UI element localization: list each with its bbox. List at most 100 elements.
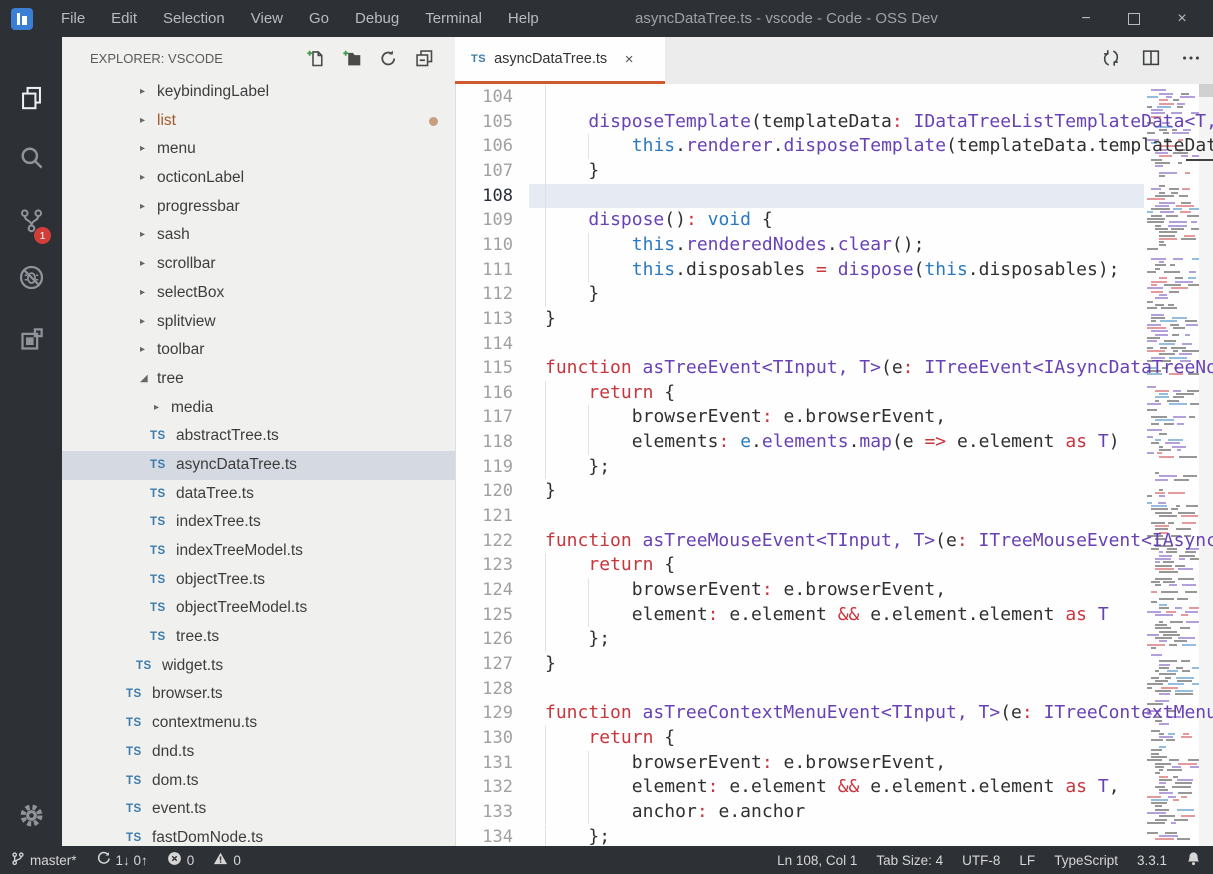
status-ts-version[interactable]: 3.3.1 [1137, 853, 1167, 868]
code-line-119[interactable]: }; [529, 455, 1144, 480]
editor-scrollbar[interactable] [1199, 84, 1213, 846]
activity-search[interactable] [0, 133, 62, 187]
code-editor[interactable]: 104105disposeTemplate(templateData: IDat… [456, 84, 1213, 846]
status-notifications[interactable] [1186, 851, 1201, 869]
chevron-collapsed-icon[interactable]: ▸ [140, 193, 145, 222]
tree-item-dnd-ts[interactable]: TSdnd.ts [62, 738, 455, 767]
more-actions-icon[interactable] [1180, 47, 1202, 74]
code-line-128[interactable] [529, 677, 1144, 702]
line-number[interactable]: 114 [456, 332, 513, 357]
chevron-collapsed-icon[interactable]: ▸ [140, 107, 145, 136]
status-warnings-status[interactable]: 0 [213, 851, 241, 869]
line-number[interactable]: 125 [456, 603, 513, 628]
tree-item-contextmenu-ts[interactable]: TScontextmenu.ts [62, 709, 455, 738]
activity-explorer[interactable] [0, 73, 62, 127]
tree-item-selectBox[interactable]: ▸selectBox [62, 279, 455, 308]
status-eol[interactable]: LF [1019, 853, 1035, 868]
code-line-115[interactable]: function asTreeEvent<TInput, T>(e: ITree… [529, 356, 1144, 381]
code-line-132[interactable]: element: e.element && e.element.element … [529, 775, 1144, 800]
code-line-126[interactable]: }; [529, 627, 1144, 652]
tree-item-abstractTree-ts[interactable]: TSabstractTree.ts [62, 422, 455, 451]
split-editor-icon[interactable] [1140, 47, 1162, 74]
line-number[interactable]: 131 [456, 751, 513, 776]
code-line-110[interactable]: this.renderedNodes.clear(); [529, 233, 1144, 258]
menu-help[interactable]: Help [495, 0, 552, 37]
chevron-collapsed-icon[interactable]: ▸ [140, 250, 145, 279]
menu-file[interactable]: File [48, 0, 98, 37]
code-line-108[interactable] [529, 184, 1144, 209]
line-number[interactable]: 112 [456, 282, 513, 307]
code-line-123[interactable]: return { [529, 553, 1144, 578]
line-number[interactable]: 132 [456, 775, 513, 800]
status-errors-status[interactable]: 0 [167, 851, 195, 869]
chevron-collapsed-icon[interactable]: ▸ [140, 135, 145, 164]
line-number[interactable]: 127 [456, 652, 513, 677]
code-line-107[interactable]: } [529, 159, 1144, 184]
code-line-122[interactable]: function asTreeMouseEvent<TInput, T>(e: … [529, 529, 1144, 554]
code-line-105[interactable]: disposeTemplate(templateData: IDataTreeL… [529, 110, 1144, 135]
tree-item-keybindingLabel[interactable]: ▸keybindingLabel [62, 78, 455, 107]
activity-extensions[interactable] [0, 315, 62, 369]
tree-item-toolbar[interactable]: ▸toolbar [62, 336, 455, 365]
tree-item-octiconLabel[interactable]: ▸octiconLabel [62, 164, 455, 193]
tree-item-tree[interactable]: ◢tree [62, 365, 455, 394]
code-line-120[interactable]: } [529, 479, 1144, 504]
status-cursor-position[interactable]: Ln 108, Col 1 [777, 853, 857, 868]
code-line-131[interactable]: browserEvent: e.browserEvent, [529, 751, 1144, 776]
chevron-collapsed-icon[interactable]: ▸ [140, 308, 145, 337]
code-line-117[interactable]: browserEvent: e.browserEvent, [529, 405, 1144, 430]
menu-terminal[interactable]: Terminal [412, 0, 495, 37]
tab-close-icon[interactable]: × [619, 51, 639, 68]
chevron-expanded-icon[interactable]: ◢ [140, 365, 148, 394]
code-line-116[interactable]: return { [529, 381, 1144, 406]
tree-item-scrollbar[interactable]: ▸scrollbar [62, 250, 455, 279]
code-line-104[interactable] [529, 85, 1144, 110]
chevron-collapsed-icon[interactable]: ▸ [140, 221, 145, 250]
chevron-collapsed-icon[interactable]: ▸ [140, 336, 145, 365]
line-number[interactable]: 110 [456, 233, 513, 258]
line-number[interactable]: 129 [456, 701, 513, 726]
tree-item-progressbar[interactable]: ▸progressbar [62, 193, 455, 222]
tree-item-indexTree-ts[interactable]: TSindexTree.ts [62, 508, 455, 537]
code-line-113[interactable]: } [529, 307, 1144, 332]
menu-selection[interactable]: Selection [150, 0, 238, 37]
line-number[interactable]: 126 [456, 627, 513, 652]
menu-debug[interactable]: Debug [342, 0, 412, 37]
tab-asyncDataTree[interactable]: TS asyncDataTree.ts × [455, 37, 665, 84]
code-line-124[interactable]: browserEvent: e.browserEvent, [529, 578, 1144, 603]
line-number[interactable]: 133 [456, 800, 513, 825]
new-file-icon[interactable] [306, 48, 327, 69]
line-number[interactable]: 128 [456, 677, 513, 702]
code-line-134[interactable]: }; [529, 825, 1144, 847]
scrollbar-thumb[interactable] [1199, 84, 1213, 97]
collapse-all-icon[interactable] [414, 48, 435, 69]
tree-item-dom-ts[interactable]: TSdom.ts [62, 767, 455, 796]
code-line-109[interactable]: dispose(): void { [529, 208, 1144, 233]
code-line-130[interactable]: return { [529, 726, 1144, 751]
activity-debug[interactable] [0, 253, 62, 307]
chevron-collapsed-icon[interactable]: ▸ [140, 78, 145, 107]
code-line-114[interactable] [529, 332, 1144, 357]
code-line-106[interactable]: this.renderer.disposeTemplate(templateDa… [529, 134, 1144, 159]
menu-view[interactable]: View [238, 0, 296, 37]
menu-go[interactable]: Go [296, 0, 342, 37]
minimize-button[interactable]: − [1069, 0, 1103, 37]
line-number[interactable]: 107 [456, 159, 513, 184]
line-number[interactable]: 121 [456, 504, 513, 529]
tree-item-sash[interactable]: ▸sash [62, 221, 455, 250]
line-number[interactable]: 123 [456, 553, 513, 578]
code-line-118[interactable]: elements: e.elements.map(e => e.element … [529, 430, 1144, 455]
line-number[interactable]: 106 [456, 134, 513, 159]
code-line-125[interactable]: element: e.element && e.element.element … [529, 603, 1144, 628]
code-line-121[interactable] [529, 504, 1144, 529]
tree-item-list[interactable]: ▸list [62, 107, 455, 136]
line-number[interactable]: 130 [456, 726, 513, 751]
tree-item-media[interactable]: ▸media [62, 394, 455, 423]
new-folder-icon[interactable] [342, 48, 363, 69]
line-number[interactable]: 117 [456, 405, 513, 430]
tree-item-tree-ts[interactable]: TStree.ts [62, 623, 455, 652]
line-number[interactable]: 116 [456, 381, 513, 406]
menu-edit[interactable]: Edit [98, 0, 150, 37]
tree-item-event-ts[interactable]: TSevent.ts [62, 795, 455, 824]
status-sync-status[interactable]: 1↓ 0↑ [96, 851, 148, 869]
